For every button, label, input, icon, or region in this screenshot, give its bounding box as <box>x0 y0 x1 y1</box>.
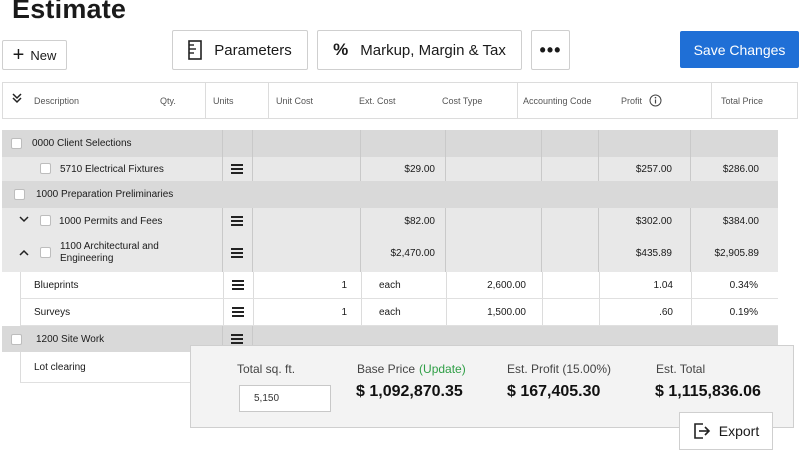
row-checkbox[interactable] <box>11 334 22 345</box>
row-description: 1100 Architectural and Engineering <box>60 241 159 264</box>
row-qty: 1 <box>341 306 347 318</box>
plus-icon: + <box>12 44 25 66</box>
more-options-button[interactable]: ••• <box>531 30 570 70</box>
row-description: Surveys <box>34 306 71 318</box>
row-total: 0.19% <box>729 306 758 318</box>
parameters-label: Parameters <box>214 41 292 59</box>
table-row[interactable]: Blueprints 1 each 2,600.00 1.04 0.34% <box>20 272 778 299</box>
row-profit: $435.89 <box>635 247 672 259</box>
col-units[interactable]: Units <box>213 96 234 106</box>
ruler-icon <box>188 40 203 60</box>
row-total: 0.34% <box>729 279 758 291</box>
row-menu-icon[interactable] <box>232 307 244 317</box>
row-total: $384.00 <box>722 215 759 227</box>
row-unit-cost: 1,500.00 <box>487 306 526 318</box>
row-checkbox[interactable] <box>40 247 51 258</box>
export-label: Export <box>718 423 760 439</box>
row-checkbox[interactable] <box>40 215 51 226</box>
save-changes-label: Save Changes <box>693 41 786 58</box>
row-ext-cost: $2,470.00 <box>390 247 436 259</box>
row-profit: .60 <box>659 306 673 318</box>
row-description: 0000 Client Selections <box>32 138 132 149</box>
chevron-down-icon[interactable] <box>19 214 29 226</box>
table-row[interactable]: 1000 Permits and Fees $82.00 $302.00 $38… <box>2 208 778 234</box>
total-sqft-label: Total sq. ft. <box>237 362 296 376</box>
row-checkbox[interactable] <box>14 189 25 200</box>
col-accounting-code[interactable]: Accounting Code <box>523 96 592 106</box>
row-ext-cost: $29.00 <box>404 163 435 175</box>
table-row[interactable]: 0000 Client Selections <box>2 130 778 157</box>
row-total: $286.00 <box>722 163 759 175</box>
row-description: 1200 Site Work <box>36 333 105 345</box>
row-menu-icon[interactable] <box>231 164 243 174</box>
percent-icon: % <box>333 40 349 59</box>
chevron-up-icon[interactable] <box>19 248 29 260</box>
row-unit-cost: 2,600.00 <box>487 279 526 291</box>
est-profit-value: $ 167,405.30 <box>507 383 601 400</box>
col-description[interactable]: Description <box>34 96 79 106</box>
table-header: Description Qty. Units Unit Cost Ext. Co… <box>2 82 798 119</box>
table-row[interactable]: 5710 Electrical Fixtures $29.00 $257.00 … <box>2 157 778 181</box>
update-link[interactable]: (Update) <box>419 362 466 376</box>
row-units: each <box>379 306 401 318</box>
base-price-value: $ 1,092,870.35 <box>356 383 463 400</box>
col-qty[interactable]: Qty. <box>160 96 176 106</box>
parameters-button[interactable]: Parameters <box>172 30 308 70</box>
row-profit: $257.00 <box>635 163 672 175</box>
row-menu-icon[interactable] <box>231 248 243 258</box>
info-icon[interactable] <box>649 94 662 112</box>
row-description: 5710 Electrical Fixtures <box>60 163 164 175</box>
row-profit: 1.04 <box>653 279 673 291</box>
markup-margin-tax-button[interactable]: % Markup, Margin & Tax <box>317 30 522 70</box>
row-total: $2,905.89 <box>714 247 760 259</box>
row-qty: 1 <box>341 279 347 291</box>
row-menu-icon[interactable] <box>231 334 243 344</box>
est-profit-label: Est. Profit (15.00%) <box>507 362 612 376</box>
col-total-price[interactable]: Total Price <box>721 96 763 106</box>
table-row[interactable]: Lot clearing <box>20 352 190 383</box>
table-row[interactable]: 1100 Architectural and Engineering $2,47… <box>2 234 778 272</box>
col-cost-type[interactable]: Cost Type <box>442 96 482 106</box>
row-checkbox[interactable] <box>11 138 22 149</box>
col-unit-cost[interactable]: Unit Cost <box>276 96 313 106</box>
table-row[interactable]: Surveys 1 each 1,500.00 .60 0.19% <box>20 299 778 326</box>
markup-label: Markup, Margin & Tax <box>360 41 506 59</box>
new-button-label: New <box>30 47 57 63</box>
row-description: 1000 Permits and Fees <box>59 215 163 227</box>
export-icon <box>693 422 711 440</box>
col-profit[interactable]: Profit <box>621 96 642 106</box>
row-checkbox[interactable] <box>40 163 51 174</box>
est-total-value: $ 1,115,836.06 <box>655 383 761 400</box>
save-changes-button[interactable]: Save Changes <box>680 31 799 68</box>
row-menu-icon[interactable] <box>231 216 243 226</box>
total-sqft-input[interactable]: 5,150 <box>239 385 331 412</box>
row-description: Blueprints <box>34 279 79 291</box>
table-row[interactable]: 1000 Preparation Preliminaries <box>2 181 778 208</box>
base-price-label-text: Base Price <box>357 362 416 376</box>
row-ext-cost: $82.00 <box>404 215 435 227</box>
collapse-all-icon[interactable] <box>12 93 22 107</box>
more-dots-icon: ••• <box>539 39 562 60</box>
page-title: Estimate <box>12 0 127 24</box>
base-price-label: Base Price (Update) <box>357 362 466 376</box>
row-units: each <box>379 279 401 291</box>
row-menu-icon[interactable] <box>232 280 244 290</box>
row-description: 1000 Preparation Preliminaries <box>36 189 174 200</box>
new-button[interactable]: + New <box>2 40 67 70</box>
col-ext-cost[interactable]: Ext. Cost <box>359 96 396 106</box>
row-profit: $302.00 <box>635 215 672 227</box>
row-description: Lot clearing <box>34 361 86 373</box>
est-total-label: Est. Total <box>656 362 706 376</box>
export-button[interactable]: Export <box>679 412 773 450</box>
